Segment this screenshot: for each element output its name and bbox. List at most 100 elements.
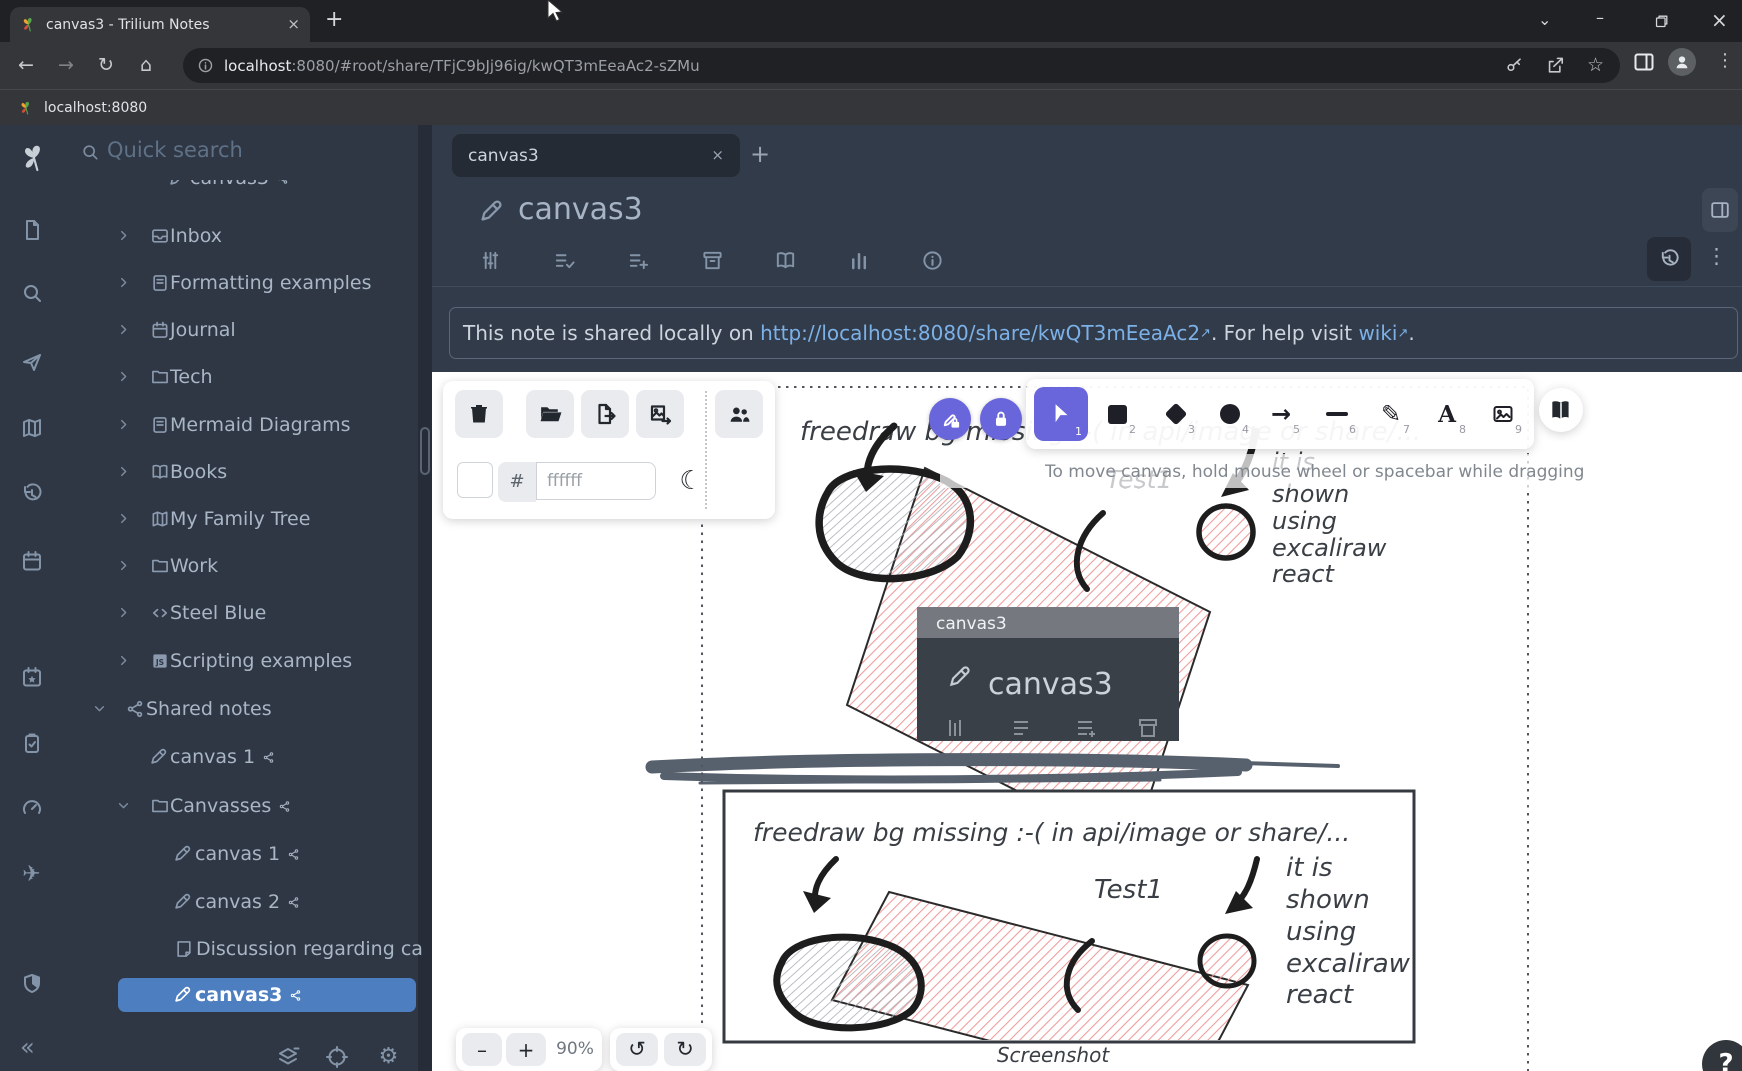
chevron-right-icon[interactable] <box>115 416 132 433</box>
note-menu-dots-icon[interactable]: ⋮ <box>1706 246 1727 267</box>
tree-footer-crosshair-icon[interactable] <box>324 1044 349 1069</box>
launcher-gauge-icon[interactable] <box>19 795 44 820</box>
site-info-icon[interactable] <box>197 57 214 74</box>
ribbon-book-open-icon[interactable] <box>773 248 797 272</box>
search-icon[interactable] <box>80 142 100 162</box>
zoom-in-button[interactable]: + <box>506 1033 546 1066</box>
launcher-history-icon[interactable] <box>19 481 44 506</box>
tree-item-discussion-regarding-ca[interactable]: Discussion regarding ca <box>62 932 428 966</box>
tree-item-formatting-examples[interactable]: Formatting examples <box>62 266 428 300</box>
background-color-input[interactable] <box>536 462 656 500</box>
tree-item-tech[interactable]: Tech <box>62 360 428 394</box>
ribbon-tune-icon[interactable] <box>478 248 502 272</box>
chevron-right-icon[interactable] <box>115 510 132 527</box>
chevron-right-icon[interactable] <box>115 557 132 574</box>
tree-item-my-family-tree[interactable]: My Family Tree <box>62 502 428 536</box>
chevron-right-icon[interactable] <box>115 652 132 669</box>
tree-footer-gear-icon[interactable]: ⚙ <box>376 1044 401 1069</box>
collaboration-button[interactable] <box>715 390 763 438</box>
tree-item-canvas-1[interactable]: canvas 1 <box>62 740 428 774</box>
bookmark-star-icon[interactable]: ☆ <box>1587 56 1604 75</box>
launcher-plane-icon[interactable]: ✈ <box>19 862 44 887</box>
tree-item-canvas-1[interactable]: canvas 1 <box>62 837 428 871</box>
tree-item-mermaid-diagrams[interactable]: Mermaid Diagrams <box>62 408 428 442</box>
window-minimize-button[interactable]: – <box>1596 10 1604 26</box>
pen-mode-button[interactable] <box>929 398 971 440</box>
embedded-screenshot-card[interactable]: canvas3 canvas3 <box>917 607 1179 741</box>
chevron-down-icon[interactable] <box>115 797 132 814</box>
ribbon-list-check-icon[interactable] <box>552 248 576 272</box>
chevron-right-icon[interactable] <box>115 604 132 621</box>
launcher-calendar-star-icon[interactable] <box>19 664 44 689</box>
share-url-link[interactable]: http://localhost:8080/share/kwQT3mEeaAc2 <box>760 321 1200 345</box>
upper-side-line[interactable]: excaliraw <box>1272 534 1387 562</box>
tree-item-canvas-2[interactable]: canvas 2 <box>62 885 428 919</box>
tree-footer-layers-icon[interactable] <box>275 1044 300 1069</box>
tree-item-work[interactable]: Work <box>62 549 428 583</box>
dark-mode-moon-icon[interactable]: ☾ <box>675 465 707 497</box>
tree-item-books[interactable]: Books <box>62 455 428 489</box>
redo-button[interactable]: ↻ <box>664 1033 706 1066</box>
bookmark-item[interactable]: localhost:8080 <box>44 100 147 116</box>
note-revisions-button[interactable] <box>1647 237 1691 281</box>
forward-icon[interactable]: → <box>46 56 86 75</box>
ribbon-chart-icon[interactable] <box>847 248 871 272</box>
search-input[interactable] <box>105 137 399 163</box>
clear-canvas-button[interactable] <box>455 390 503 438</box>
key-icon[interactable] <box>1505 56 1524 75</box>
zoom-level[interactable]: 90% <box>552 1033 598 1066</box>
drawing-lower[interactable]: freedraw bg missing :-( in api/image or … <box>724 791 1414 1071</box>
tree-item-inbox[interactable]: Inbox <box>62 219 428 253</box>
tree-item-journal[interactable]: Journal <box>62 313 428 347</box>
canvas-color-swatch[interactable] <box>457 462 493 498</box>
launcher-clipboard-icon[interactable] <box>19 730 44 755</box>
library-button[interactable] <box>1539 388 1583 432</box>
tree-item-scripting-examples[interactable]: Scripting examples <box>62 644 428 678</box>
tree-item-shared-notes[interactable]: Shared notes <box>62 692 428 726</box>
export-image-button[interactable] <box>636 390 684 438</box>
export-file-button[interactable] <box>581 390 629 438</box>
launcher-send-icon[interactable] <box>19 349 44 374</box>
window-close-button[interactable]: × <box>1711 10 1728 30</box>
home-icon[interactable]: ⌂ <box>126 56 166 75</box>
tree-item-canvas3[interactable]: canvas3 <box>118 978 416 1012</box>
launcher-map-icon[interactable] <box>19 415 44 440</box>
upper-side-line[interactable]: react <box>1272 560 1336 588</box>
tab-close-icon[interactable]: × <box>287 17 300 32</box>
note-title[interactable]: canvas3 <box>518 192 643 227</box>
chevron-right-icon[interactable] <box>115 227 132 244</box>
browser-tab[interactable]: canvas3 - Trilium Notes × <box>10 7 310 42</box>
url-bar[interactable]: localhost:8080/#root/share/TFjC9bJj96ig/… <box>183 48 1620 83</box>
chevron-down-icon[interactable] <box>91 700 108 717</box>
launcher-file-icon[interactable] <box>19 217 44 242</box>
side-panel-icon[interactable] <box>1632 50 1656 74</box>
right-pane-toggle-button[interactable] <box>1702 188 1738 232</box>
window-restore-button[interactable] <box>1653 13 1670 30</box>
tool-selection-active[interactable]: 1 <box>1034 387 1088 441</box>
chevron-right-icon[interactable] <box>115 368 132 385</box>
reload-icon[interactable]: ↻ <box>86 56 126 75</box>
tree-item-canvasses[interactable]: Canvasses <box>62 789 428 823</box>
chevron-right-icon[interactable] <box>115 274 132 291</box>
chevron-right-icon[interactable] <box>115 321 132 338</box>
launcher-shield-icon[interactable] <box>19 971 44 996</box>
upper-side-line[interactable]: using <box>1272 507 1337 535</box>
chevron-right-icon[interactable] <box>115 463 132 480</box>
back-icon[interactable]: ← <box>6 56 46 75</box>
upper-red-circle[interactable] <box>1199 506 1253 558</box>
avatar[interactable] <box>1668 48 1696 76</box>
browser-menu-dots-icon[interactable]: ⋮ <box>1716 52 1734 70</box>
note-tab[interactable]: canvas3 × <box>452 134 740 177</box>
ribbon-info-icon[interactable] <box>920 248 944 272</box>
add-note-tab-button[interactable]: + <box>750 142 770 166</box>
launcher-search-icon[interactable] <box>19 280 44 305</box>
zoom-out-button[interactable]: – <box>462 1033 502 1066</box>
share-icon[interactable] <box>1546 56 1565 75</box>
collapse-tree-icon[interactable]: « <box>20 1035 35 1059</box>
open-button[interactable] <box>526 390 574 438</box>
new-tab-button[interactable]: + <box>325 9 343 31</box>
ribbon-list-plus-icon[interactable] <box>626 248 650 272</box>
note-tab-close-icon[interactable]: × <box>711 148 724 163</box>
launcher-calendar-icon[interactable] <box>19 548 44 573</box>
undo-button[interactable]: ↺ <box>616 1033 658 1066</box>
